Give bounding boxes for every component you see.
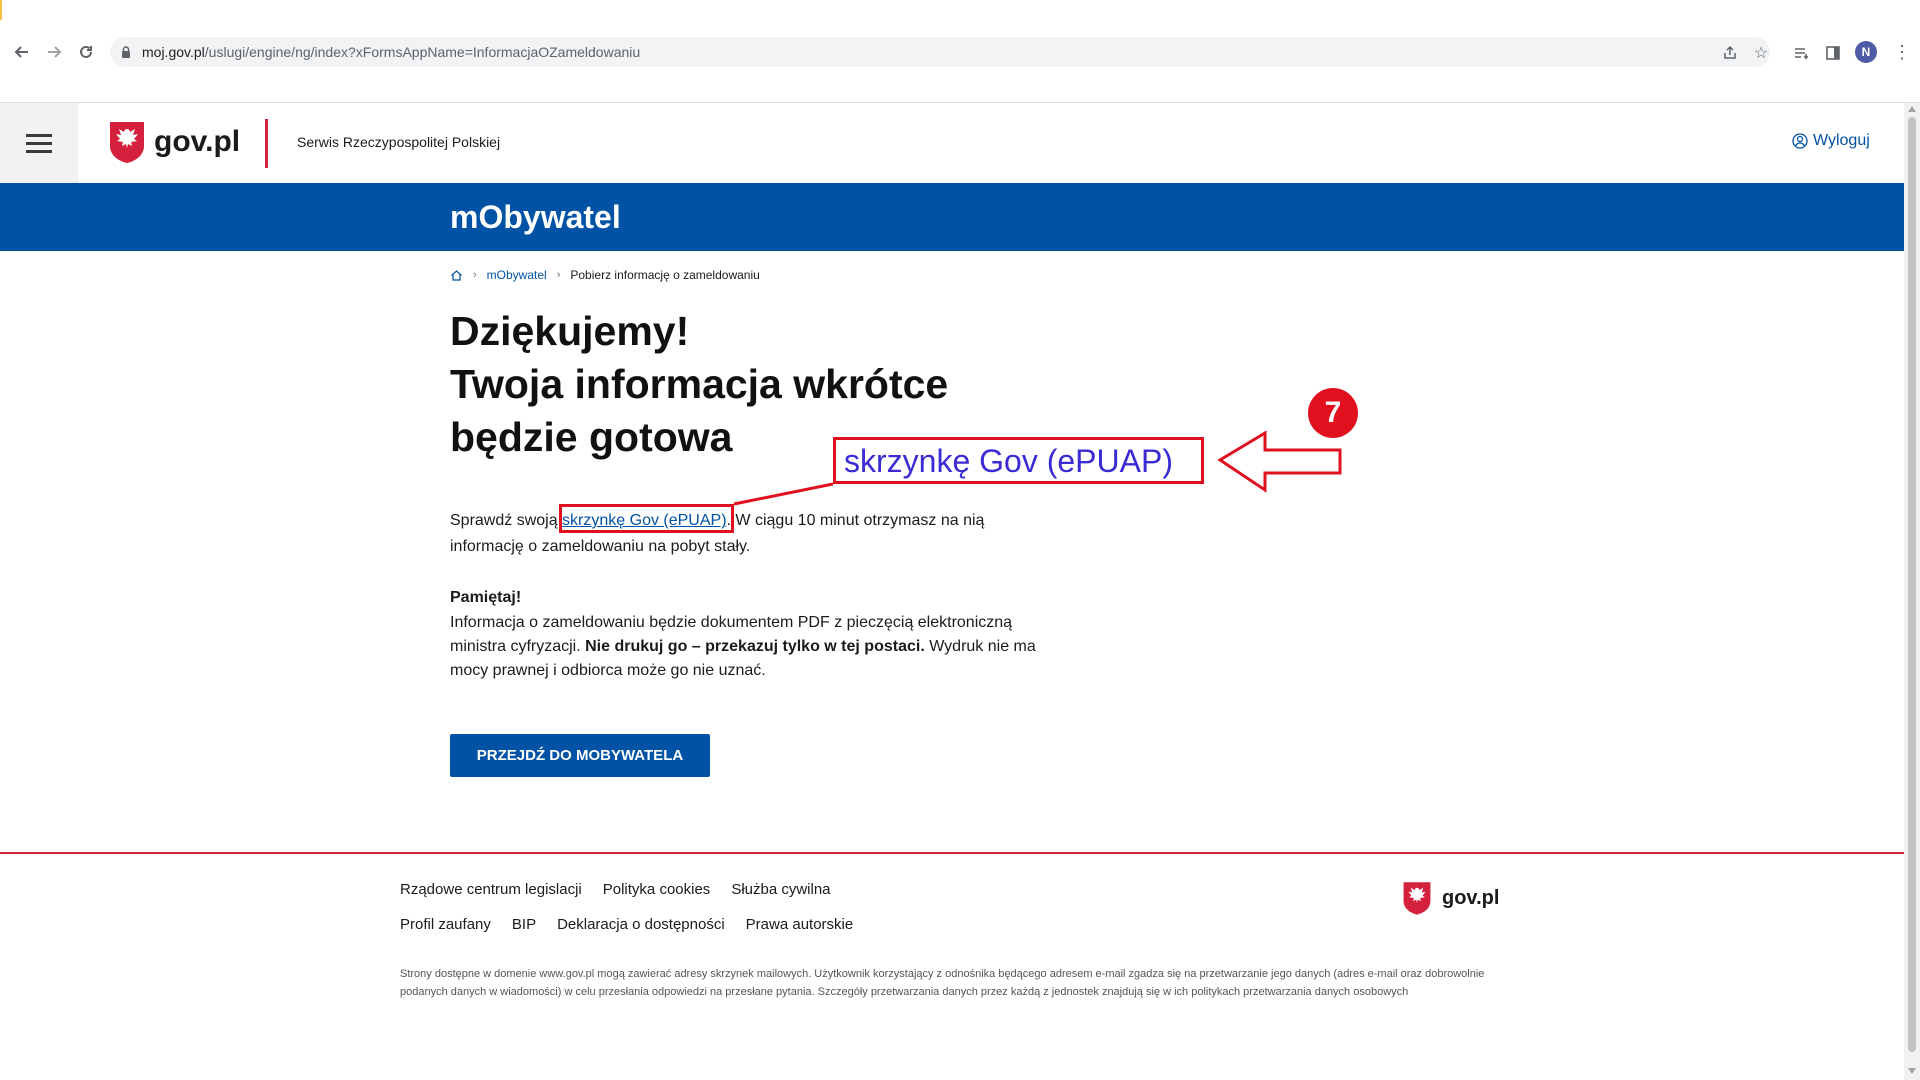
callout-connector <box>733 482 834 506</box>
address-bar[interactable]: moj.gov.pl/uslugi/engine/ng/index?xForms… <box>110 37 1770 67</box>
user-icon <box>1792 133 1808 149</box>
scroll-down-icon[interactable] <box>1908 1068 1916 1074</box>
footer-divider <box>0 852 1904 854</box>
footer-links-row-2: Profil zaufany BIP Deklaracja o dostępno… <box>400 916 853 933</box>
left-arrow-icon <box>1217 430 1342 493</box>
browser-toolbar: moj.gov.pl/uslugi/engine/ng/index?xForms… <box>0 0 1920 103</box>
page-title-line3: będzie gotowa <box>450 414 733 460</box>
breadcrumb-separator-icon: › <box>473 269 477 281</box>
service-name: Serwis Rzeczypospolitej Polskiej <box>297 134 501 150</box>
annotation-callout-text: skrzynkę Gov (ePUAP) <box>844 443 1173 479</box>
remember-warning: Nie drukuj go – przekazuj tylko w tej po… <box>585 638 925 655</box>
footer-link-civil-service[interactable]: Służba cywilna <box>731 881 830 898</box>
breadcrumb-item-current: Pobierz informację o zameldowaniu <box>570 268 760 282</box>
footer-link-copyright[interactable]: Prawa autorskie <box>746 916 854 933</box>
bookmark-star-icon[interactable]: ☆ <box>1752 44 1770 62</box>
breadcrumb: › mObywatel › Pobierz informację o zamel… <box>450 268 760 282</box>
url-path: /uslugi/engine/ng/index?xFormsAppName=In… <box>204 44 641 60</box>
scroll-up-icon[interactable] <box>1908 106 1916 112</box>
polish-eagle-emblem-icon <box>1403 882 1431 915</box>
lock-icon <box>122 46 130 58</box>
page-title-line1: Dziękujemy! <box>450 308 690 354</box>
url-domain: moj.gov.pl <box>142 44 205 60</box>
logout-label: Wyloguj <box>1813 132 1870 149</box>
browser-menu-icon[interactable]: ⋮ <box>1893 42 1911 62</box>
breadcrumb-separator-icon: › <box>556 269 561 281</box>
header-divider <box>265 119 268 168</box>
footer-link-cookies[interactable]: Polityka cookies <box>603 881 711 898</box>
reading-list-icon[interactable] <box>1792 44 1810 62</box>
annotation-highlight-box <box>559 504 734 533</box>
go-to-mobywatel-button[interactable]: PRZEJDŹ DO MOBYWATELA <box>450 734 710 777</box>
page-scrollbar[interactable] <box>1904 103 1920 1080</box>
annotation-callout: skrzynkę Gov (ePUAP) <box>833 437 1204 484</box>
site-header: gov.pl Serwis Rzeczypospolitej Polskiej … <box>0 103 1904 183</box>
footer-link-trusted-profile[interactable]: Profil zaufany <box>400 916 491 933</box>
forward-button-icon[interactable] <box>42 40 66 64</box>
url-text: moj.gov.pl/uslugi/engine/ng/index?xForms… <box>142 44 640 60</box>
banner-title: mObywatel <box>450 199 621 235</box>
footer-link-bip[interactable]: BIP <box>512 916 536 933</box>
profile-avatar[interactable]: N <box>1855 41 1877 63</box>
remember-paragraph: Informacja o zameldowaniu będzie dokumen… <box>450 611 1050 683</box>
reload-icon[interactable] <box>74 40 98 64</box>
step-number-badge: 7 <box>1308 388 1358 438</box>
breadcrumb-item-mobywatel[interactable]: mObywatel <box>487 268 547 282</box>
window-accent <box>0 0 2 20</box>
gov-logo[interactable]: gov.pl <box>108 120 240 164</box>
side-panel-icon[interactable] <box>1824 44 1842 62</box>
service-banner: mObywatel <box>0 183 1904 251</box>
back-button-icon[interactable] <box>10 40 34 64</box>
footer-link-accessibility[interactable]: Deklaracja o dostępności <box>557 916 725 933</box>
footer-brand-name: gov.pl <box>1442 886 1500 909</box>
info-text-before: Sprawdź swoją <box>450 512 563 529</box>
scrollbar-thumb[interactable] <box>1908 117 1916 1052</box>
polish-eagle-emblem-icon <box>110 122 144 163</box>
remember-heading: Pamiętaj! <box>450 589 522 606</box>
logout-link[interactable]: Wyloguj <box>1792 132 1870 150</box>
page-title-line2: Twoja informacja wkrótce <box>450 361 949 407</box>
home-icon[interactable] <box>450 269 463 282</box>
hamburger-menu-icon[interactable] <box>0 103 78 183</box>
footer-disclaimer: Strony dostępne w domenie www.gov.pl mog… <box>400 968 1485 998</box>
footer-links-row-1: Rządowe centrum legislacji Polityka cook… <box>400 881 831 898</box>
share-icon[interactable] <box>1721 44 1739 62</box>
footer-link-legislation[interactable]: Rządowe centrum legislacji <box>400 881 582 898</box>
brand-name: gov.pl <box>154 125 241 158</box>
footer-gov-logo[interactable]: gov.pl <box>1402 880 1499 916</box>
